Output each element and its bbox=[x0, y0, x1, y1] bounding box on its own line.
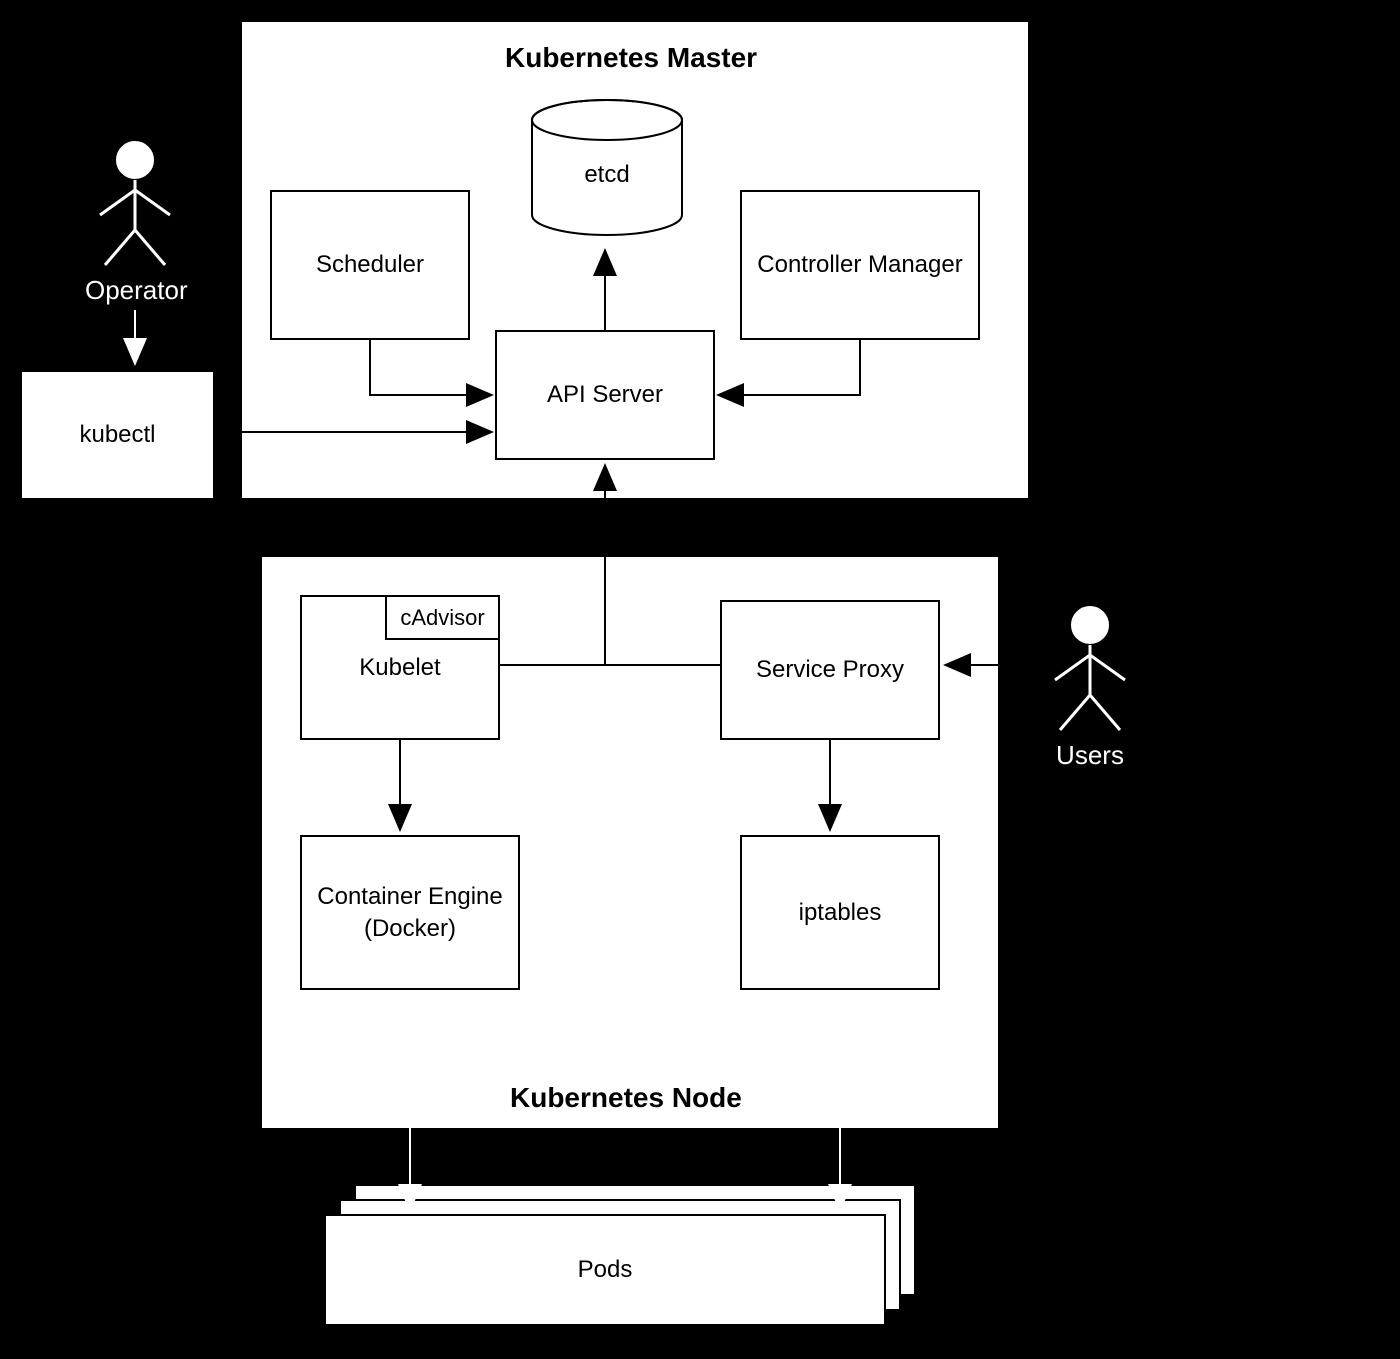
diagram-canvas: Kubernetes Master etcd Scheduler Control… bbox=[0, 0, 1400, 1359]
arrows-layer bbox=[0, 0, 1400, 1359]
